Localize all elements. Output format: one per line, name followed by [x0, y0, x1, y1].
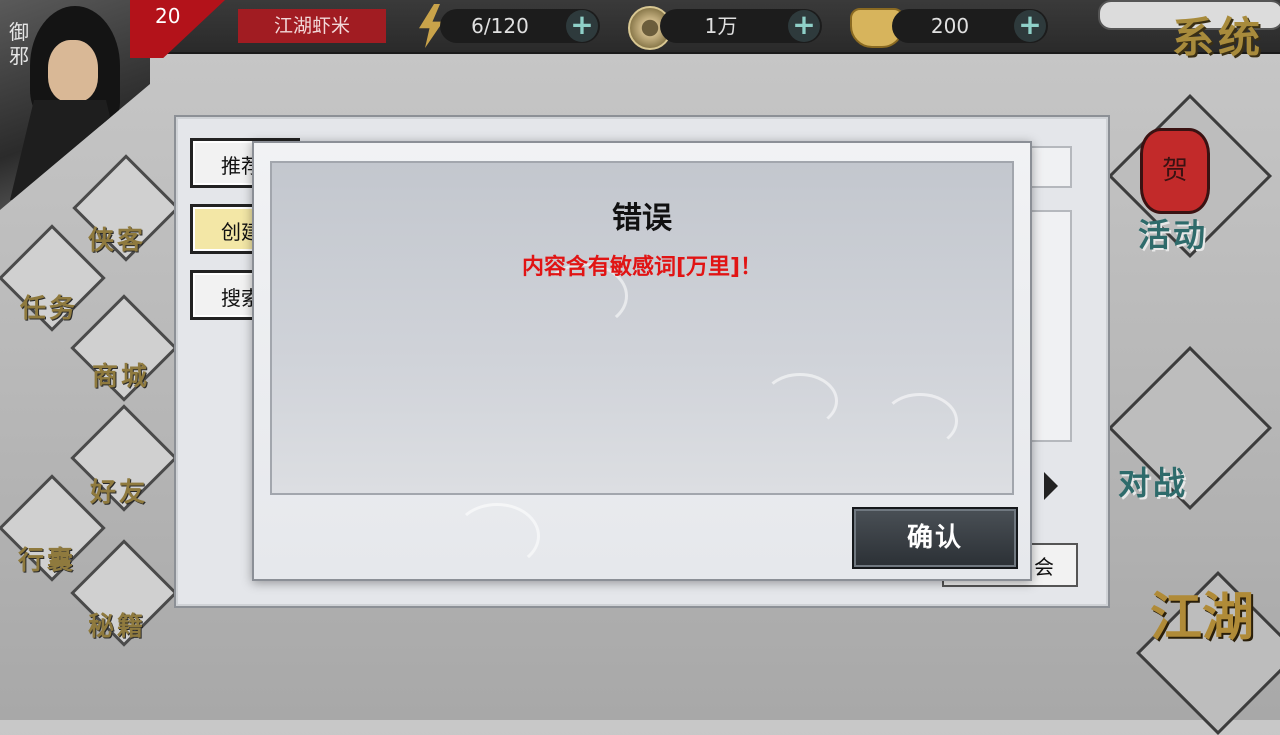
- wave-decoration: [882, 393, 958, 449]
- system-button[interactable]: 系统: [1172, 4, 1264, 65]
- rank-badge: 江湖虾米: [238, 9, 386, 43]
- menu-bag[interactable]: 行囊: [18, 540, 76, 577]
- error-message: 内容含有敏感词[万里]！: [521, 255, 763, 280]
- menu-task[interactable]: 任务: [20, 288, 78, 325]
- stamina-value: 6/120: [471, 14, 529, 38]
- wave-decoration: [454, 503, 540, 569]
- menu-hero[interactable]: 侠客: [88, 220, 146, 257]
- wave-decoration: [762, 373, 838, 429]
- dialog-title: 错误: [612, 201, 672, 236]
- menu-manual[interactable]: 秘籍: [88, 606, 146, 643]
- menu-battle[interactable]: 对战: [1118, 458, 1188, 504]
- error-dialog: 错误 内容含有敏感词[万里]！ 确认: [252, 141, 1032, 581]
- avatar-face: [48, 40, 98, 102]
- add-stamina-button[interactable]: +: [566, 10, 598, 42]
- panel-field-list: [1030, 210, 1072, 442]
- player-level: 20: [155, 4, 181, 28]
- add-copper-button[interactable]: +: [788, 10, 820, 42]
- copper-counter: 1万 +: [660, 9, 822, 43]
- panel-field-top: [1030, 146, 1072, 188]
- menu-shop[interactable]: 商城: [92, 356, 150, 393]
- add-gold-button[interactable]: +: [1014, 10, 1046, 42]
- next-page-arrow-icon[interactable]: [1044, 472, 1058, 500]
- gold-counter: 200 +: [892, 9, 1048, 43]
- confirm-button[interactable]: 确认: [852, 507, 1018, 569]
- lantern-icon: 贺: [1140, 128, 1210, 214]
- player-name: 御邪: [9, 20, 29, 68]
- gold-value: 200: [930, 14, 970, 38]
- dialog-content-area: 错误 内容含有敏感词[万里]！: [270, 161, 1014, 495]
- menu-friends[interactable]: 好友: [90, 472, 148, 509]
- copper-value: 1万: [704, 14, 738, 38]
- stamina-counter: 6/120 +: [440, 9, 600, 43]
- menu-activity[interactable]: 活动: [1138, 210, 1208, 256]
- menu-jianghu[interactable]: 江湖: [1150, 590, 1260, 646]
